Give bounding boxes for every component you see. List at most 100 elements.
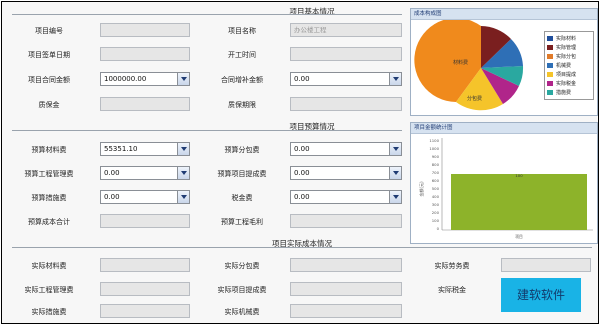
legend-item: 项目提成	[547, 70, 591, 79]
actual-material-field[interactable]	[100, 258, 190, 272]
legend-item: 实际管理	[547, 43, 591, 52]
label-sign-date: 项目签单日期	[28, 51, 70, 59]
budget-commission-select[interactable]: 0.00	[290, 166, 402, 180]
actual-divider	[12, 247, 592, 248]
pie-chart-title: 成本构成图	[411, 9, 597, 20]
legend-item: 机械费	[547, 61, 591, 70]
y-axis-label: 金额(元)	[418, 181, 424, 197]
contract-supplement-select[interactable]: 0.00	[290, 72, 402, 86]
label-actual-labor: 实际劳务费	[434, 262, 470, 270]
y-tick: 1000	[429, 146, 439, 151]
y-tick: 700	[432, 170, 440, 175]
start-date-field[interactable]	[290, 47, 402, 61]
budget-material-value: 55351.10	[104, 145, 138, 153]
label-budget-gross-profit: 预算工程毛利	[221, 218, 263, 226]
chevron-down-icon[interactable]	[177, 73, 189, 85]
budget-material-select[interactable]: 55351.10	[100, 142, 190, 156]
project-name-field[interactable]: 办公楼工程	[290, 23, 402, 37]
label-tax: 税金费	[231, 194, 253, 202]
label-budget-measures: 预算措施费	[31, 194, 67, 202]
label-actual-measures: 实际措施费	[31, 308, 67, 316]
pie-label-material: 材料费	[453, 59, 468, 66]
chevron-down-icon[interactable]	[177, 191, 189, 203]
y-tick: 400	[432, 194, 440, 199]
chevron-down-icon[interactable]	[389, 73, 401, 85]
actual-measures-field[interactable]	[100, 304, 190, 318]
label-actual-material: 实际材料费	[31, 262, 67, 270]
warranty-period-field[interactable]	[290, 97, 402, 111]
actual-commission-field[interactable]	[290, 282, 402, 296]
contract-amount-select[interactable]: 1000000.00	[100, 72, 190, 86]
label-warranty-deposit: 质保金	[38, 101, 60, 109]
chevron-down-icon[interactable]	[177, 167, 189, 179]
label-budget-management: 预算工程管理费	[24, 170, 74, 178]
chevron-down-icon[interactable]	[389, 191, 401, 203]
bar-chart: 1100 1000 900 800 700 600 500 400 300 20…	[418, 138, 593, 239]
actual-machinery-field[interactable]	[290, 304, 402, 318]
legend-item: 实际材料	[547, 34, 591, 43]
label-actual-subcontract: 实际分包费	[224, 262, 260, 270]
label-actual-commission: 实际项目提成费	[217, 286, 267, 294]
actual-subcontract-field[interactable]	[290, 258, 402, 272]
label-actual-management: 实际工程管理费	[24, 286, 74, 294]
budget-commission-value: 0.00	[294, 169, 310, 177]
budget-gross-profit-field[interactable]	[290, 214, 402, 228]
pie-label-subcontract: 分包费	[467, 95, 482, 102]
y-tick: 0	[437, 226, 440, 231]
pie-legend: 实际材料 实际管理 实际分包 机械费 项目提成 实际税金 措施费	[544, 31, 594, 100]
y-tick: 1100	[429, 138, 439, 143]
budget-management-select[interactable]: 0.00	[100, 166, 190, 180]
actual-labor-field[interactable]	[501, 258, 591, 272]
chevron-down-icon[interactable]	[389, 143, 401, 155]
bar-value-label: 100	[515, 173, 523, 178]
form-window: 项目基本情况 项目编号 项目名称 办公楼工程 项目签单日期 开工时间 项目合同金…	[1, 1, 599, 324]
label-actual-machinery: 实际机械费	[224, 308, 260, 316]
budget-subcontract-value: 0.00	[294, 145, 310, 153]
label-budget-total: 预算成本合计	[28, 218, 70, 226]
chevron-down-icon[interactable]	[389, 167, 401, 179]
contract-supplement-value: 0.00	[294, 75, 310, 83]
warranty-deposit-field[interactable]	[100, 97, 190, 111]
contract-amount-value: 1000000.00	[104, 75, 147, 83]
project-number-field[interactable]	[100, 23, 190, 37]
y-tick: 800	[432, 162, 440, 167]
bar-chart-panel: 项目金额统计图 1100 1000 900 800 700 600 500 40…	[410, 122, 598, 244]
budget-total-field[interactable]	[100, 214, 190, 228]
y-tick: 500	[432, 186, 440, 191]
legend-item: 实际税金	[547, 79, 591, 88]
y-tick: 300	[432, 202, 440, 207]
x-axis-label: 项目	[515, 234, 523, 239]
actual-management-field[interactable]	[100, 282, 190, 296]
label-contract-amount: 项目合同金额	[28, 76, 70, 84]
label-budget-material: 预算材料费	[31, 146, 67, 154]
label-project-number: 项目编号	[35, 27, 63, 35]
label-project-name: 项目名称	[228, 27, 256, 35]
label-budget-commission: 预算项目提成费	[217, 170, 267, 178]
chevron-down-icon[interactable]	[177, 143, 189, 155]
brand-watermark: 建软软件	[501, 278, 581, 312]
y-tick: 900	[432, 154, 440, 159]
basic-section-title: 项目基本情况	[289, 7, 335, 16]
y-ticks: 1100 1000 900 800 700 600 500 400 300 20…	[429, 138, 439, 231]
y-tick: 600	[432, 178, 440, 183]
tax-select[interactable]: 0.00	[290, 190, 402, 204]
legend-item: 措施费	[547, 88, 591, 97]
y-tick: 100	[432, 218, 440, 223]
sign-date-field[interactable]	[100, 47, 190, 61]
bar	[451, 174, 587, 230]
basic-divider	[12, 14, 402, 15]
bar-chart-title: 项目金额统计图	[411, 123, 597, 134]
budget-subcontract-select[interactable]: 0.00	[290, 142, 402, 156]
label-warranty-period: 质保期限	[228, 101, 256, 109]
budget-measures-value: 0.00	[104, 193, 120, 201]
label-budget-subcontract: 预算分包费	[224, 146, 260, 154]
label-actual-tax: 实际税金	[438, 286, 466, 294]
pie-chart-panel: 成本构成图 材料费 分包费 实际材料 实际管理 实际分包 机械费 项目提成 实际…	[410, 8, 598, 116]
budget-divider	[12, 130, 402, 131]
legend-item: 实际分包	[547, 52, 591, 61]
budget-management-value: 0.00	[104, 169, 120, 177]
y-tick: 200	[432, 210, 440, 215]
label-start-date: 开工时间	[228, 51, 256, 59]
budget-measures-select[interactable]: 0.00	[100, 190, 190, 204]
label-contract-supplement: 合同增补金额	[221, 76, 263, 84]
